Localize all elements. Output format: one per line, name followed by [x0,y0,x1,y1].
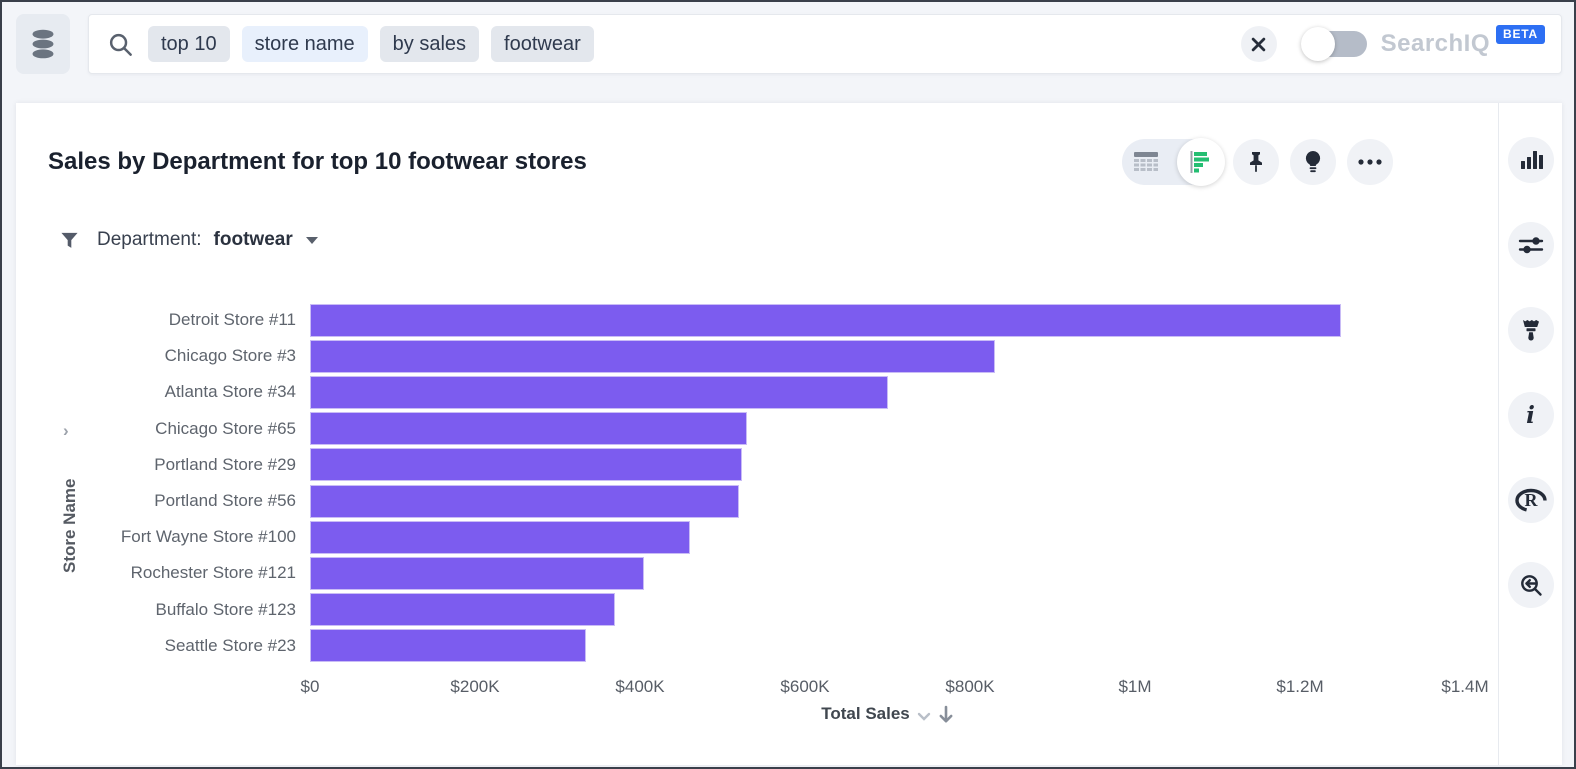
y-axis-category-label: Rochester Store #121 [16,563,310,583]
answer-title: Sales by Department for top 10 footwear … [48,148,587,176]
bar[interactable] [310,521,690,554]
x-axis-tick-label: $600K [780,677,829,697]
bar-track [310,376,1480,409]
close-icon [1251,37,1266,52]
bar-track [310,340,1480,373]
bar-track [310,485,1480,518]
column-chart-icon [1519,148,1543,172]
filter-value[interactable]: footwear [214,229,293,251]
x-axis-tick-label: $200K [450,677,499,697]
bar[interactable] [310,557,644,590]
beta-badge: BETA [1496,25,1545,44]
ellipsis-icon [1357,158,1383,166]
x-axis-tick-label: $400K [615,677,664,697]
search-token-list: top 10 store name by sales footwear [148,26,594,62]
search-box[interactable]: top 10 store name by sales footwear SearchI… [88,14,1562,74]
searchiq-label: SearchIQ [1381,30,1490,58]
paintbrush-icon [1520,318,1542,342]
search-icon [107,31,134,58]
chart-bar-row: Atlanta Store #34 [16,374,1480,410]
chart-view-icon[interactable] [1177,138,1225,186]
x-axis-title-row: Total Sales [310,704,1465,724]
chart-bar-row: Detroit Store #11 [16,302,1480,338]
bar-track [310,521,1480,554]
chart-plot-area: Detroit Store #11 Chicago Store #3 Atlanta… [16,302,1480,664]
info-button[interactable]: i [1508,392,1554,438]
bar-track [310,304,1480,337]
chart-bar-row: Portland Store #56 [16,483,1480,519]
x-axis-tick-label: $1.4M [1441,677,1488,697]
y-axis-category-label: Buffalo Store #123 [16,600,310,620]
search-back-arrow-icon [1519,573,1543,597]
search-token[interactable]: top 10 [148,26,230,62]
sort-descending-icon[interactable] [938,705,954,724]
axis-menu-chevron-icon[interactable] [917,712,931,721]
y-axis-category-label: Fort Wayne Store #100 [16,527,310,547]
x-axis-ticks: $0$200K$400K$600K$800K$1M$1.2M$1.4M [310,677,1465,699]
chart-bar-row: Portland Store #29 [16,447,1480,483]
filter-icon [60,231,79,250]
pin-button[interactable] [1233,139,1279,185]
chart-bar-row: Seattle Store #23 [16,628,1480,664]
x-axis-tick-label: $800K [945,677,994,697]
bar[interactable] [310,629,586,662]
chart-bar-row: Chicago Store #3 [16,338,1480,374]
y-axis-category-label: Portland Store #29 [16,455,310,475]
chart-bar-row: Fort Wayne Store #100 [16,519,1480,555]
pin-icon [1245,150,1267,174]
y-axis-category-label: Portland Store #56 [16,491,310,511]
edit-search-button[interactable] [1508,562,1554,608]
chart-bar-row: Chicago Store #65 [16,411,1480,447]
more-options-button[interactable] [1347,139,1393,185]
bar-track [310,629,1480,662]
sliders-icon [1518,235,1544,255]
y-axis-category-label: Chicago Store #3 [16,346,310,366]
y-axis-category-label: Seattle Store #23 [16,636,310,656]
r-analysis-button[interactable]: R [1508,477,1554,523]
bar[interactable] [310,485,739,518]
bar[interactable] [310,376,888,409]
filter-label: Department: [97,229,202,251]
filter-row: Department: footwear [60,225,319,255]
bar-track [310,557,1480,590]
bar-track [310,412,1480,445]
style-button[interactable] [1508,307,1554,353]
bar[interactable] [310,593,615,626]
data-source-button[interactable] [16,14,70,74]
x-axis-tick-label: $1M [1118,677,1151,697]
chart-bar-row: Rochester Store #121 [16,555,1480,591]
search-token[interactable]: footwear [491,26,594,62]
search-token[interactable]: store name [242,26,368,62]
r-logo-icon: R [1514,487,1548,513]
insights-button[interactable] [1290,139,1336,185]
configure-button[interactable] [1508,222,1554,268]
table-view-icon[interactable] [1133,150,1159,179]
database-icon [28,28,58,60]
info-icon: i [1526,402,1535,429]
y-axis-category-label: Atlanta Store #34 [16,382,310,402]
right-toolbar: i R [1498,103,1562,765]
x-axis-tick-label: $1.2M [1276,677,1323,697]
lightbulb-icon [1302,150,1324,174]
y-axis-category-label: Detroit Store #11 [16,310,310,330]
chart-bar-row: Buffalo Store #123 [16,592,1480,628]
search-token[interactable]: by sales [380,26,479,62]
answer-card: Sales by Department for top 10 footwear … [16,103,1562,765]
clear-search-button[interactable] [1241,26,1277,62]
chart-type-button[interactable] [1508,137,1554,183]
view-toggle[interactable] [1122,139,1222,185]
searchiq-toggle[interactable] [1303,31,1367,57]
chevron-down-icon[interactable] [305,235,319,245]
bar[interactable] [310,448,742,481]
bar[interactable] [310,304,1341,337]
y-axis-category-label: Chicago Store #65 [16,419,310,439]
toggle-knob [1301,27,1335,61]
bar[interactable] [310,340,995,373]
bar-track [310,448,1480,481]
bar-track [310,593,1480,626]
bar[interactable] [310,412,747,445]
x-axis-title: Total Sales [821,704,910,724]
x-axis-tick-label: $0 [301,677,320,697]
app-window: top 10 store name by sales footwear SearchI… [0,0,1576,769]
